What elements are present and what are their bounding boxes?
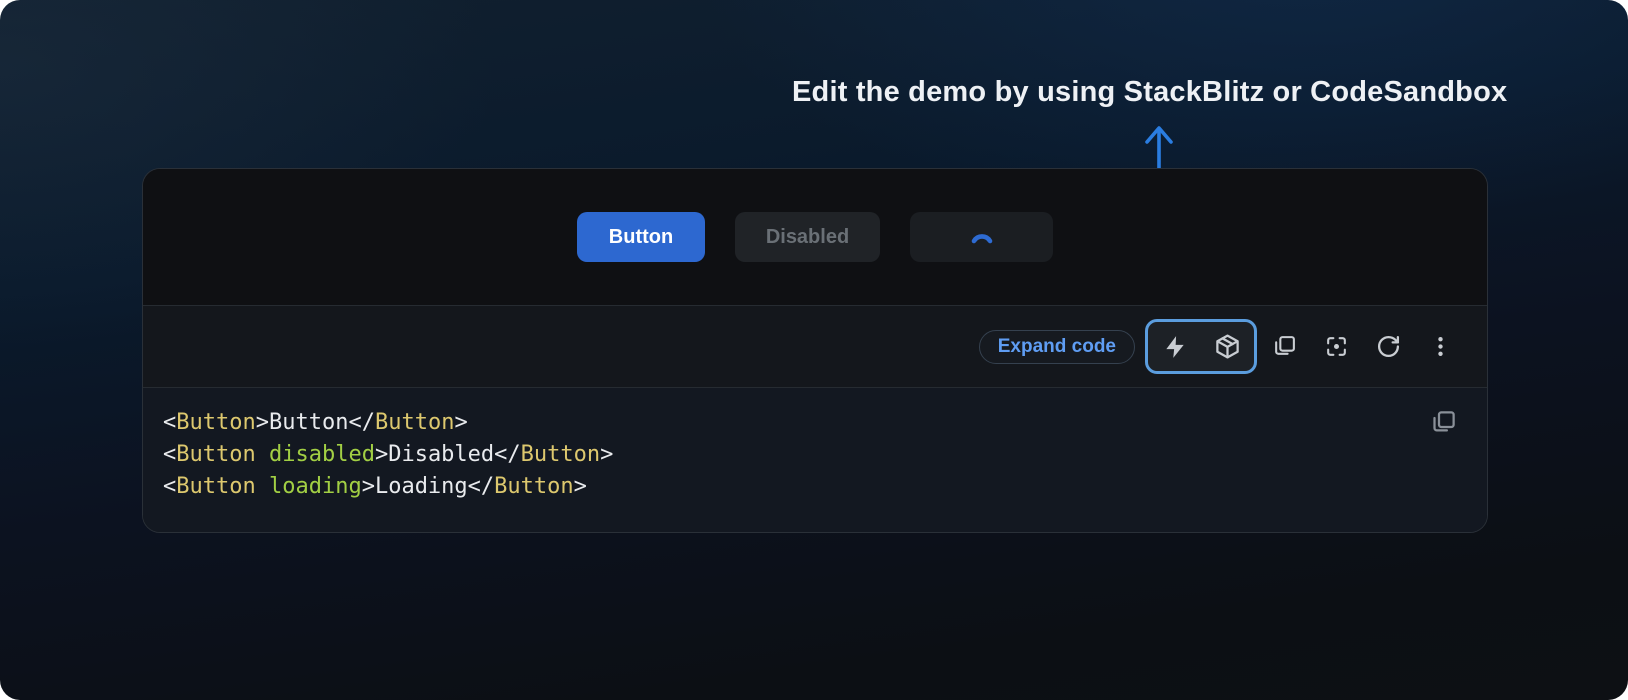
stackblitz-button[interactable] (1149, 323, 1201, 371)
more-actions-button[interactable] (1417, 323, 1463, 371)
toolbar-icon-group (1261, 323, 1463, 371)
loading-spinner-icon (967, 222, 997, 252)
demo-card: Button Disabled Expand code (142, 168, 1488, 533)
code-text: <Button>Button</Button><Button disabled>… (143, 388, 1487, 521)
demo-button-loading (910, 212, 1053, 262)
demo-toolbar: Expand code (143, 306, 1487, 388)
lightning-icon (1162, 334, 1188, 360)
demo-button-primary[interactable]: Button (577, 212, 705, 262)
expand-code-button[interactable]: Expand code (979, 330, 1135, 364)
sandbox-actions-highlight (1145, 319, 1257, 374)
kebab-menu-icon (1428, 334, 1453, 359)
copy-code-button[interactable] (1261, 323, 1307, 371)
demo-preview: Button Disabled (143, 169, 1487, 306)
copy-icon (1430, 409, 1457, 436)
copy-code-floating-button[interactable] (1423, 402, 1463, 442)
arrowhead-up-icon (1147, 128, 1171, 142)
annotation-text: Edit the demo by using StackBlitz or Cod… (792, 76, 1507, 109)
focus-icon (1324, 334, 1349, 359)
codesandbox-cube-icon (1214, 333, 1241, 360)
page-background: Edit the demo by using StackBlitz or Cod… (0, 0, 1628, 700)
copy-icon (1272, 334, 1297, 359)
code-block: <Button>Button</Button><Button disabled>… (143, 388, 1487, 532)
isolate-demo-button[interactable] (1313, 323, 1359, 371)
codesandbox-button[interactable] (1201, 323, 1253, 371)
refresh-icon (1376, 334, 1401, 359)
demo-button-disabled: Disabled (735, 212, 880, 262)
refresh-demo-button[interactable] (1365, 323, 1411, 371)
